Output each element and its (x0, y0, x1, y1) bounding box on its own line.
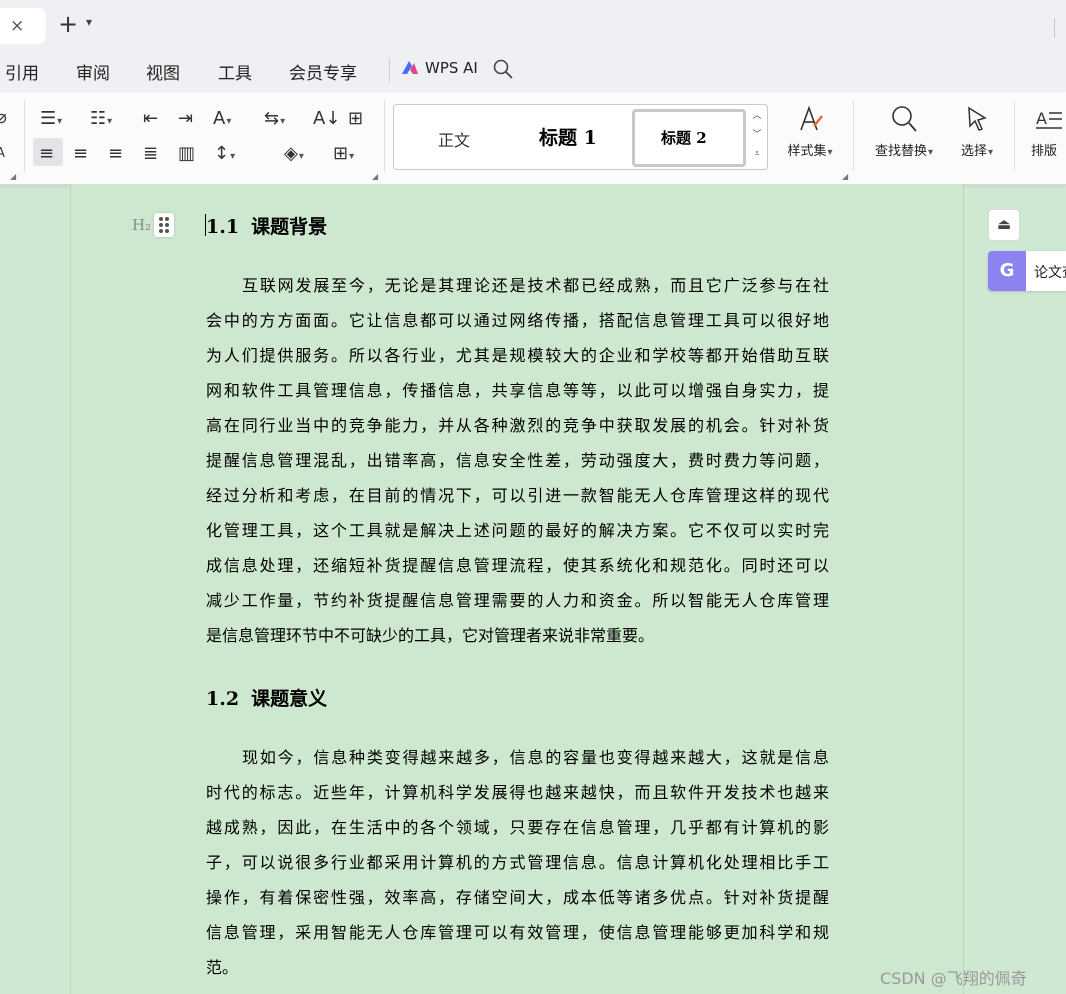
watermark: CSDN @飞翔的佩奇 (880, 969, 1027, 988)
text-direction-icon[interactable]: A▾ (213, 109, 231, 132)
align-justify-icon[interactable]: ≣ (143, 144, 158, 164)
style-heading-2-label: 标题 2 (661, 129, 707, 147)
style-normal[interactable]: 正文 (438, 127, 470, 151)
heading-level-marker: H₂ (132, 216, 152, 234)
layout-icon: A (1036, 109, 1062, 129)
document-tab[interactable]: × (0, 8, 46, 44)
section-number: 1.2 (206, 688, 240, 710)
shading-icon[interactable]: ◈▾ (284, 144, 304, 167)
paragraph-line: 高在同行业当中的竞争能力，并从各种激烈的竞争中获取发展的机会。针对补货 (206, 416, 829, 435)
paragraph[interactable]: 互联网发展至今，无论是其理论还是技术都已经成熟，而且它广泛参与在社 会中的方方面… (206, 268, 829, 653)
style-heading-1[interactable]: 标题 1 (539, 123, 597, 150)
divider (389, 58, 390, 82)
line-spacing-icon[interactable]: ↕▾ (214, 144, 235, 167)
divider (384, 100, 385, 172)
new-tab-button[interactable]: + (58, 12, 78, 36)
select-label: 选择 (960, 144, 987, 159)
section-heading[interactable]: 1.2 课题意义 (206, 684, 327, 711)
dialog-launcher-icon[interactable]: ◢ (10, 172, 16, 181)
chevron-down-icon[interactable]: ﹀ (750, 126, 764, 145)
line-break-icon[interactable]: ⇆▾ (264, 109, 285, 132)
close-icon[interactable]: × (10, 16, 24, 36)
align-right-icon[interactable]: ≡ (108, 144, 123, 164)
svg-text:A: A (1036, 109, 1047, 128)
paragraph-line: 范。 (206, 958, 239, 977)
sort-icon[interactable]: A↓ (313, 109, 340, 129)
section-title: 课题意义 (251, 688, 328, 710)
menu-tools[interactable]: 工具 (218, 59, 252, 84)
paragraph-line: 经过分析和考虑，在目前的情况下，可以引进一款智能无人仓库管理这样的现代 (206, 486, 829, 505)
decrease-indent-icon[interactable]: ⇤ (143, 109, 158, 129)
paragraph-line: 互联网发展至今，无论是其理论还是技术都已经成熟，而且它广泛参与在社 (242, 276, 829, 295)
wps-ai-label: WPS AI (425, 59, 478, 77)
search-icon[interactable] (492, 58, 514, 80)
collapse-icon[interactable]: ⏏ (988, 209, 1020, 241)
layout-button[interactable]: A 排版 (1026, 104, 1066, 159)
wps-ai-button[interactable]: WPS AI (401, 59, 478, 77)
chevron-down-icon[interactable]: ▾ (86, 15, 92, 29)
paper-check-label: 论文查 (1034, 265, 1066, 281)
borders-icon[interactable]: ⊞▾ (333, 144, 354, 167)
paragraph-line: 为人们提供服务。所以各行业，尤其是规模较大的企业和学校等都开始借助互联 (206, 346, 829, 365)
select-button[interactable]: 选择▾ (952, 104, 1002, 159)
divider (1054, 18, 1055, 38)
paragraph-line: 子，可以说很多行业都采用计算机的方式管理信息。信息计算机化处理相比手工 (206, 853, 829, 872)
divider (853, 100, 854, 172)
paper-check-icon: G (988, 251, 1026, 291)
style-set-button[interactable]: 样式集▾ (778, 104, 842, 159)
paragraph-line: 成信息处理，还缩短补货提醒信息管理流程，使其系统化和规范化。同时还可以 (206, 556, 829, 575)
dialog-launcher-icon[interactable]: ◢ (842, 172, 848, 181)
layout-label: 排版 (1031, 144, 1058, 159)
find-replace-button[interactable]: 查找替换▾ (866, 104, 942, 159)
style-gallery-scroll[interactable]: ︿ ﹀ ⩡ (750, 107, 764, 164)
chevron-up-icon[interactable]: ︿ (750, 107, 764, 126)
font-color-icon[interactable]: A (0, 144, 5, 164)
divider (24, 100, 25, 172)
paragraph-line: 信息管理，采用智能无人仓库管理可以有效管理，使信息管理能够更加科学和规 (206, 923, 829, 942)
style-set-icon (800, 105, 823, 131)
paragraph-line: 会中的方方面面。它让信息都可以通过网络传播，搭配信息管理工具可以很好地 (206, 311, 829, 330)
menu-bar: 引用 审阅 视图 工具 会员专享 WPS AI (0, 50, 1066, 92)
menu-review[interactable]: 审阅 (76, 59, 110, 84)
wps-ai-logo-icon (402, 61, 418, 74)
section-title: 课题背景 (251, 216, 328, 238)
style-gallery: 正文 标题 1 标题 2 ︿ ﹀ ⩡ (393, 104, 768, 170)
paper-check-panel[interactable]: G 论文查 (988, 251, 1066, 291)
align-left-icon: ≡ (39, 143, 55, 164)
style-heading-2[interactable]: 标题 2 (632, 109, 746, 167)
paragraph-line: 减少工作量，节约补货提醒信息管理需要的人力和资金。所以智能无人仓库管理 (206, 591, 829, 610)
drag-handle-icon[interactable] (154, 213, 174, 237)
section-number: 1.1 (206, 216, 240, 238)
paragraph-line: 提醒信息管理混乱，出错率高，信息安全性差，劳动强度大，费时费力等问题， (206, 451, 829, 470)
paragraph-line: 时代的标志。近些年，计算机科学发展得也越来越快，而且软件开发技术也越来 (206, 783, 829, 802)
cursor-arrow-icon (968, 106, 987, 131)
numbered-list-icon[interactable]: ☷▾ (90, 109, 112, 132)
show-marks-icon[interactable]: ⊞ (348, 109, 363, 129)
increase-indent-icon[interactable]: ⇥ (178, 109, 193, 129)
section-heading[interactable]: 1.1 课题背景 (206, 212, 327, 239)
paragraph-line: 化管理工具，这个工具就是解决上述问题的最好的解决方案。它不仅可以实时完 (206, 521, 829, 540)
paragraph-line: 现如今，信息种类变得越来越多，信息的容量也变得越来越大，这就是信息 (242, 748, 829, 767)
menu-view[interactable]: 视图 (146, 59, 180, 84)
align-center-icon[interactable]: ≡ (73, 144, 88, 164)
paragraph[interactable]: 现如今，信息种类变得越来越多，信息的容量也变得越来越大，这就是信息 时代的标志。… (206, 740, 829, 985)
menu-references[interactable]: 引用 (5, 59, 39, 84)
expand-gallery-icon[interactable]: ⩡ (750, 145, 764, 164)
divider (1014, 100, 1015, 172)
ribbon-toolbar: ⌀ A ◢ ☰▾ ☷▾ ⇤ ⇥ A▾ ⇆▾ A↓ ⊞ ≡ ≡ ≡ ≣ ▥ ↕▾ … (0, 92, 1066, 185)
menu-member[interactable]: 会员专享 (289, 59, 357, 84)
distributed-align-icon[interactable]: ▥ (178, 144, 195, 164)
bullet-list-icon[interactable]: ☰▾ (40, 109, 62, 132)
find-icon (892, 106, 917, 132)
find-replace-label: 查找替换 (874, 144, 927, 159)
paragraph-line: 网和软件工具管理信息，传播信息，共享信息等等，以此可以增强自身实力，提 (206, 381, 829, 400)
tab-strip: × + ▾ (0, 0, 1066, 50)
dialog-launcher-icon[interactable]: ◢ (372, 172, 378, 181)
paragraph-line: 是信息管理环节中不可缺少的工具，它对管理者来说非常重要。 (206, 626, 655, 645)
style-set-label: 样式集 (787, 144, 827, 159)
paragraph-line: 越成熟，因此，在生活中的各个领域，只要存在信息管理，几乎都有计算机的影 (206, 818, 829, 837)
clear-format-icon[interactable]: ⌀ (0, 108, 7, 128)
paragraph-line: 操作，有着保密性强，效率高，存储空间大，成本低等诸多优点。针对补货提醒 (206, 888, 829, 907)
